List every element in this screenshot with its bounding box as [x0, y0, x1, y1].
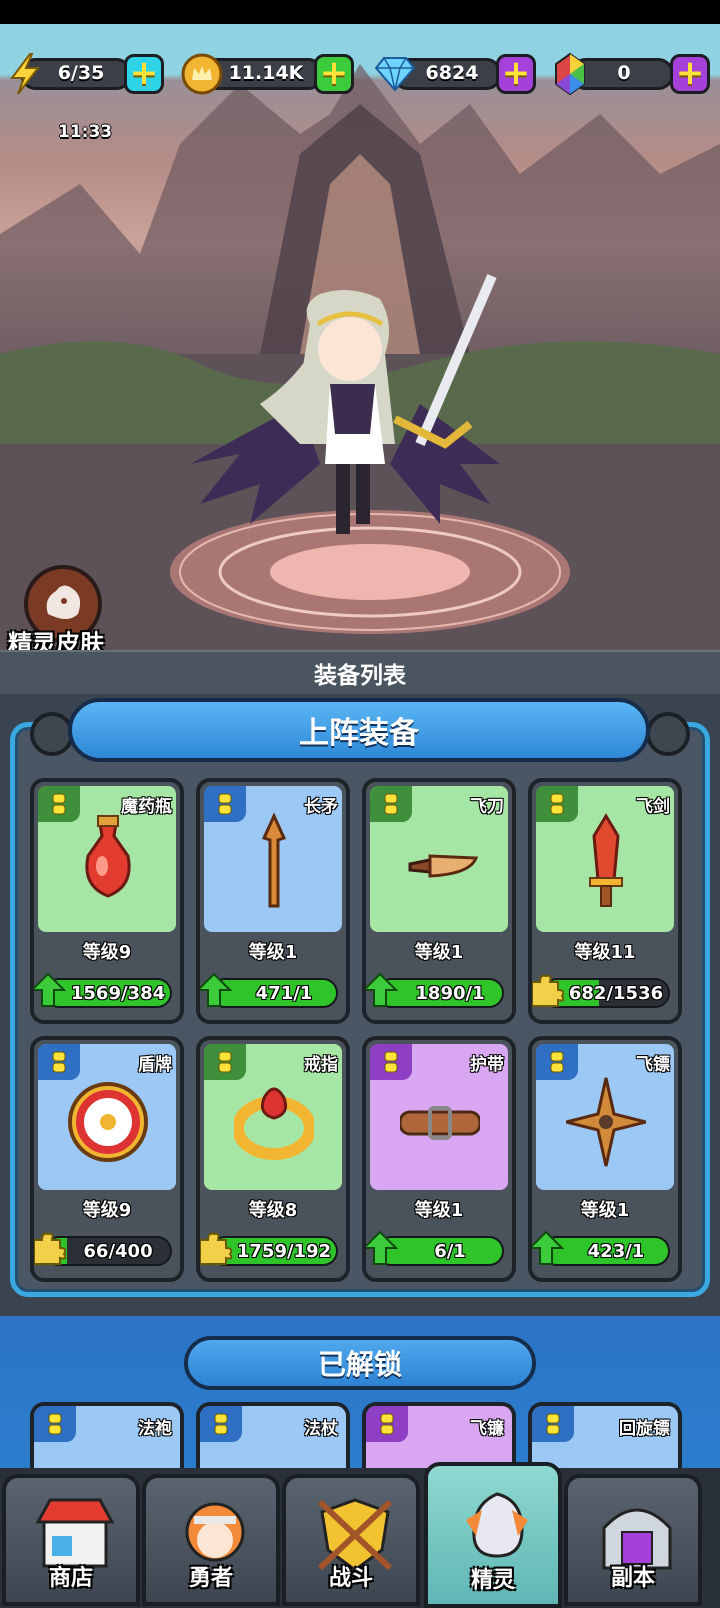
nav-tab-label: 精灵	[470, 1568, 515, 1593]
diamond-resource: 6824 +	[372, 52, 542, 94]
rarity-badge	[532, 1406, 574, 1442]
progress-text: 423/1	[587, 1241, 645, 1262]
equipment-level: 等级9	[82, 942, 132, 963]
gold-value: 11.14K	[228, 62, 304, 84]
equipment-name: 法杖	[304, 1419, 338, 1439]
gem-value: 0	[617, 62, 631, 84]
equipment-card[interactable]: 盾牌 等级9 66/400	[30, 1036, 184, 1282]
equipment-card[interactable]: 戒指 等级8 1759/192	[196, 1036, 350, 1282]
progress-text: 6/1	[434, 1241, 466, 1262]
energy-value: 6/35	[57, 62, 105, 84]
energy-add-button[interactable]: +	[124, 54, 164, 94]
progress-text: 471/1	[255, 983, 313, 1004]
equipment-card[interactable]: 魔药瓶 等级9 1569/384	[30, 778, 184, 1024]
equipment-card[interactable]: 护带 等级1 6/1	[362, 1036, 516, 1282]
equipment-name: 回旋镖	[619, 1419, 670, 1439]
equipment-level: 等级9	[82, 1200, 132, 1221]
plus-icon: +	[129, 53, 159, 93]
upgrade-arrow-icon	[34, 972, 67, 1008]
equipment-level: 等级1	[414, 1200, 464, 1221]
gold-resource: 11.14K +	[180, 52, 360, 95]
progress-text: 1759/192	[236, 1241, 332, 1262]
diamond-add-button[interactable]: +	[496, 54, 536, 94]
nav-tab-dungeon-gate[interactable]: 副本	[564, 1474, 702, 1606]
equipment-name: 飞镰	[470, 1419, 504, 1439]
gem-add-button[interactable]: +	[670, 54, 710, 94]
progress-text: 682/1536	[568, 983, 664, 1004]
equipment-level: 等级1	[414, 942, 464, 963]
progress-text: 1569/384	[70, 983, 166, 1004]
nav-tab-shop[interactable]: 商店	[2, 1474, 140, 1606]
nav-tab-label: 勇者	[188, 1566, 233, 1591]
equipped-banner: 上阵装备	[68, 698, 650, 762]
progress-text: 1890/1	[415, 983, 485, 1004]
flying-sword-icon	[589, 813, 623, 907]
equipment-card[interactable]: 长矛 等级1 471/1	[196, 778, 350, 1024]
equipment-level: 等级8	[248, 1200, 298, 1221]
shuriken-icon	[566, 1077, 646, 1167]
equipment-level: 等级11	[574, 942, 636, 963]
equipment-card[interactable]: 飞剑 等级11 682/1536	[528, 778, 682, 1024]
puzzle-piece-icon	[34, 1230, 67, 1266]
nav-tab-label: 战斗	[328, 1566, 373, 1591]
nav-tab-label: 副本	[610, 1566, 655, 1591]
unlocked-banner: 已解锁	[184, 1336, 536, 1390]
upgrade-arrow-icon	[366, 972, 399, 1008]
puzzle-piece-icon	[532, 972, 565, 1008]
rarity-badge	[34, 1406, 76, 1442]
energy-resource: 6/35 +	[6, 52, 166, 95]
spirit-scene: 精灵皮肤	[0, 24, 720, 650]
section-title: 装备列表	[0, 650, 720, 694]
upgrade-arrow-icon	[200, 972, 233, 1008]
gem-resource: 0 +	[552, 52, 718, 96]
potion-bottle-icon	[85, 815, 131, 898]
spirit-skin-label: 精灵皮肤	[8, 630, 104, 650]
status-bar	[0, 0, 720, 24]
spirit-icon	[466, 1492, 528, 1558]
spear-icon	[261, 812, 287, 908]
rarity-badge	[366, 1406, 408, 1442]
equipment-name: 法袍	[138, 1419, 172, 1439]
nav-tab-battle-shield[interactable]: 战斗	[282, 1474, 420, 1606]
diamond-value: 6824	[425, 62, 479, 84]
plus-icon: +	[319, 53, 349, 93]
plus-icon: +	[675, 53, 705, 93]
plus-icon: +	[501, 53, 531, 93]
upgrade-arrow-icon	[366, 1230, 399, 1266]
banner-bolt-right	[646, 712, 690, 756]
scene-background	[0, 24, 720, 650]
nav-tab-hero[interactable]: 勇者	[142, 1474, 280, 1606]
gold-add-button[interactable]: +	[314, 54, 354, 94]
energy-timer: 11:33	[58, 122, 113, 142]
equipment-level: 等级1	[580, 1200, 630, 1221]
upgrade-arrow-icon	[532, 1230, 565, 1266]
ring-icon	[234, 1087, 314, 1160]
knife-icon	[408, 854, 479, 878]
equipment-level: 等级1	[248, 942, 298, 963]
puzzle-piece-icon	[200, 1230, 233, 1266]
nav-tab-spirit[interactable]: 精灵	[424, 1462, 562, 1608]
rarity-badge	[200, 1406, 242, 1442]
equipment-card[interactable]: 飞刀 等级1 1890/1	[362, 778, 516, 1024]
progress-text: 66/400	[83, 1241, 153, 1262]
nav-tab-label: 商店	[48, 1566, 93, 1591]
equipment-card[interactable]: 飞镖 等级1 423/1	[528, 1036, 682, 1282]
shield-icon	[68, 1082, 148, 1162]
belt-icon	[400, 1106, 480, 1140]
